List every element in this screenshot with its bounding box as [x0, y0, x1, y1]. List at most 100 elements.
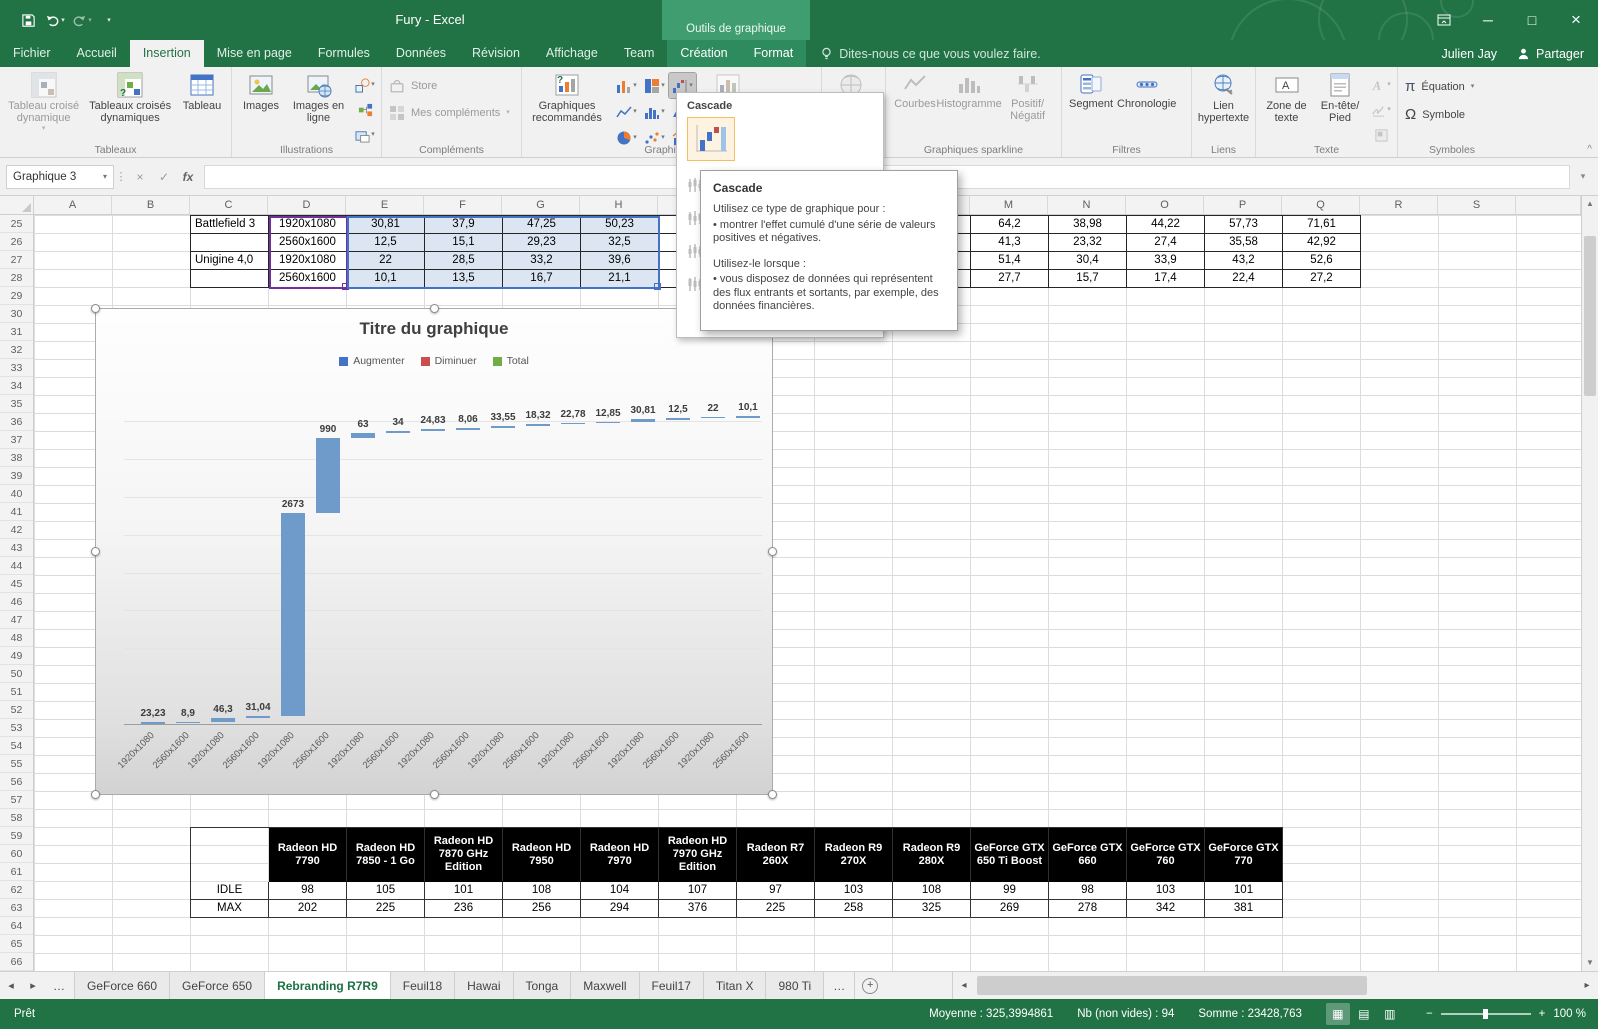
insert-statistic-chart-button[interactable]: ▾: [641, 99, 668, 124]
cell-G26[interactable]: 29,23: [503, 234, 581, 252]
chart-handle-bottom-center[interactable]: [430, 790, 439, 799]
cell-E25[interactable]: 30,81: [347, 216, 425, 234]
sheet-tab-tonga[interactable]: Tonga: [514, 972, 572, 999]
row-header-51[interactable]: 51: [0, 683, 33, 701]
column-header-M[interactable]: M: [970, 196, 1048, 215]
column-header-D[interactable]: D: [268, 196, 346, 215]
cell-G28[interactable]: 16,7: [503, 270, 581, 288]
insert-function-button[interactable]: fx: [176, 165, 200, 189]
gpu-cell[interactable]: 108: [893, 882, 971, 900]
gpu-cell[interactable]: 258: [815, 900, 893, 918]
cell-C27[interactable]: Unigine 4,0: [191, 252, 269, 270]
row-header-28[interactable]: 28: [0, 269, 33, 287]
zoom-level[interactable]: 100 %: [1553, 1008, 1586, 1020]
gpu-cell[interactable]: 104: [581, 882, 659, 900]
sparkline-winloss-button[interactable]: Positif/ Négatif: [997, 69, 1058, 139]
ribbon-display-options-button[interactable]: [1422, 0, 1466, 40]
column-header-C[interactable]: C: [190, 196, 268, 215]
cell-F27[interactable]: 28,5: [425, 252, 503, 270]
row-header-29[interactable]: 29: [0, 287, 33, 305]
undo-button[interactable]: ▾: [43, 7, 67, 33]
sheet-tab-rebranding-r7r9[interactable]: Rebranding R7R9: [265, 972, 391, 999]
tab-accueil[interactable]: Accueil: [64, 40, 130, 67]
cell-D26[interactable]: 2560x1600: [269, 234, 347, 252]
row-header-57[interactable]: 57: [0, 791, 33, 809]
cell-P28[interactable]: 22,4: [1205, 270, 1283, 288]
column-header-partial[interactable]: [1516, 196, 1581, 215]
cell-Q27[interactable]: 52,6: [1283, 252, 1361, 270]
page-layout-view-button[interactable]: ▤: [1352, 1003, 1376, 1025]
row-header-59[interactable]: 59: [0, 827, 33, 845]
gpu-cell[interactable]: 202: [269, 900, 347, 918]
object-button[interactable]: [1370, 125, 1392, 145]
row-header-42[interactable]: 42: [0, 521, 33, 539]
row-header-41[interactable]: 41: [0, 503, 33, 521]
column-header-B[interactable]: B: [112, 196, 190, 215]
chart-handle-mid-left[interactable]: [91, 547, 100, 556]
symbol-button[interactable]: Ω Symbole: [1401, 105, 1478, 124]
cell-O25[interactable]: 44,22: [1127, 216, 1205, 234]
cell-E27[interactable]: 22: [347, 252, 425, 270]
collapse-ribbon-button[interactable]: ^: [1587, 144, 1592, 155]
cell-D25[interactable]: 1920x1080: [269, 216, 347, 234]
gpu-cell[interactable]: 98: [1049, 882, 1127, 900]
select-all-corner[interactable]: [0, 196, 34, 215]
row-header-45[interactable]: 45: [0, 575, 33, 593]
row-header-62[interactable]: 62: [0, 881, 33, 899]
user-name[interactable]: Julien Jay: [1441, 47, 1497, 61]
row-header-40[interactable]: 40: [0, 485, 33, 503]
row-header-31[interactable]: 31: [0, 323, 33, 341]
scroll-down-icon[interactable]: ▼: [1582, 955, 1598, 971]
column-header-R[interactable]: R: [1360, 196, 1438, 215]
name-box-caret-icon[interactable]: ▾: [103, 172, 107, 181]
next-sheet-button[interactable]: ▸: [22, 972, 44, 999]
images-button[interactable]: Images: [235, 69, 287, 139]
row-header-36[interactable]: 36: [0, 413, 33, 431]
prev-sheet-button[interactable]: ◂: [0, 972, 22, 999]
cell-M28[interactable]: 27,7: [971, 270, 1049, 288]
cell-D27[interactable]: 1920x1080: [269, 252, 347, 270]
row-header-52[interactable]: 52: [0, 701, 33, 719]
row-header-30[interactable]: 30: [0, 305, 33, 323]
row-header-66[interactable]: 66: [0, 953, 33, 971]
row-header-55[interactable]: 55: [0, 755, 33, 773]
zoom-in-button[interactable]: +: [1539, 1008, 1546, 1020]
tell-me-box[interactable]: Dites-nous ce que vous voulez faire.: [820, 40, 1041, 67]
tab-team[interactable]: Team: [611, 40, 668, 67]
row-header-47[interactable]: 47: [0, 611, 33, 629]
cell-C28[interactable]: [191, 270, 269, 288]
gpu-cell[interactable]: 105: [347, 882, 425, 900]
column-header-F[interactable]: F: [424, 196, 502, 215]
normal-view-button[interactable]: ▦: [1326, 1003, 1350, 1025]
redo-button[interactable]: ▾: [70, 7, 94, 33]
cell-E26[interactable]: 12,5: [347, 234, 425, 252]
cell-M25[interactable]: 64,2: [971, 216, 1049, 234]
column-header-N[interactable]: N: [1048, 196, 1126, 215]
row-header-25[interactable]: 25: [0, 215, 33, 233]
chart-handle-bottom-right[interactable]: [768, 790, 777, 799]
cell-O26[interactable]: 27,4: [1127, 234, 1205, 252]
cell-F28[interactable]: 13,5: [425, 270, 503, 288]
row-header-48[interactable]: 48: [0, 629, 33, 647]
gpu-cell[interactable]: 225: [737, 900, 815, 918]
row-header-46[interactable]: 46: [0, 593, 33, 611]
tab-creation[interactable]: Création: [667, 40, 740, 67]
gpu-cell[interactable]: 97: [737, 882, 815, 900]
scroll-left-icon[interactable]: ◂: [953, 980, 975, 991]
row-header-61[interactable]: 61: [0, 863, 33, 881]
sheet-tab-geforce-660[interactable]: GeForce 660: [75, 972, 170, 999]
chart-handle-mid-right[interactable]: [768, 547, 777, 556]
cell-P27[interactable]: 43,2: [1205, 252, 1283, 270]
cell-Q25[interactable]: 71,61: [1283, 216, 1361, 234]
gpu-cell[interactable]: 325: [893, 900, 971, 918]
cell-N26[interactable]: 23,32: [1049, 234, 1127, 252]
cell-P26[interactable]: 35,58: [1205, 234, 1283, 252]
cell-N28[interactable]: 15,7: [1049, 270, 1127, 288]
cell-N25[interactable]: 38,98: [1049, 216, 1127, 234]
row-header-49[interactable]: 49: [0, 647, 33, 665]
row-header-33[interactable]: 33: [0, 359, 33, 377]
tab-revision[interactable]: Révision: [459, 40, 533, 67]
horizontal-scrollbar[interactable]: ◂ ▸: [952, 972, 1598, 999]
sheet-tab-titan-x[interactable]: Titan X: [704, 972, 767, 999]
column-header-A[interactable]: A: [34, 196, 112, 215]
